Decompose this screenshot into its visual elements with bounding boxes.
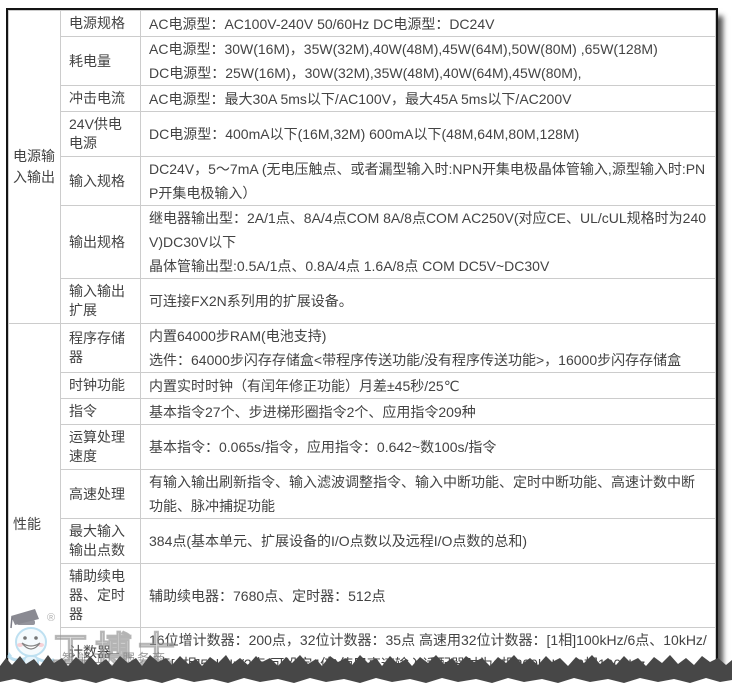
spec-value-line: AC电源型：AC100V-240V 50/60Hz DC电源型：DC24V (149, 12, 707, 36)
spec-row: 输出规格继电器输出型：2A/1点、8A/4点COM 8A/8点COM AC250… (9, 206, 716, 279)
spec-value: 继电器输出型：2A/1点、8A/4点COM 8A/8点COM AC250V(对应… (141, 206, 716, 279)
spec-value-line: 基本指令27个、步进梯形圈指令2个、应用指令209种 (149, 400, 707, 424)
spec-label: 时钟功能 (61, 373, 141, 399)
group-header-1: 性能 (9, 324, 61, 669)
spec-row: 耗电量 AC电源型：30W(16M)，35W(32M),40W(48M),45W(… (9, 37, 716, 86)
spec-value: 内置64000步RAM(电池支持)选件：64000步闪存存储盒<带程序传送功能/… (141, 324, 716, 373)
spec-value-line: DC电源型：25W(16M)，30W(32M),35W(48M),40W(64M… (149, 61, 707, 85)
spec-value: 384点(基本单元、扩展设备的I/O点数以及远程I/O点数的总和) (141, 519, 716, 564)
spec-value-line: 继电器输出型：2A/1点、8A/4点COM 8A/8点COM AC250V(对应… (149, 206, 707, 254)
spec-label: 冲击电流 (61, 86, 141, 112)
spec-row: 24V供电电源 DC电源型：400mA以下(16M,32M) 600mA以下(48… (9, 112, 716, 157)
spec-value-line: AC电源型：30W(16M)，35W(32M),40W(48M),45W(64M… (149, 37, 707, 61)
spec-row: 输入输出扩展可连接FX2N系列用的扩展设备。 (9, 279, 716, 324)
spec-sheet: 电源输入输出电源规格 AC电源型：AC100V-240V 50/60Hz DC电源… (6, 8, 718, 668)
spec-table: 电源输入输出电源规格 AC电源型：AC100V-240V 50/60Hz DC电源… (8, 10, 716, 668)
spec-value-line: 内置64000步RAM(电池支持) (149, 324, 707, 348)
spec-row: 最大输入输出点数 384点(基本单元、扩展设备的I/O点数以及远程I/O点数的总和… (9, 519, 716, 564)
spec-value: 基本指令27个、步进梯形圈指令2个、应用指令209种 (141, 399, 716, 425)
spec-value: 内置实时时钟（有闰年修正功能）月差±45秒/25℃ (141, 373, 716, 399)
group-header-0: 电源输入输出 (9, 11, 61, 324)
spec-row: 辅助续电器、定时器辅助续电器：7680点、定时器：512点 (9, 564, 716, 628)
spec-label: 指令 (61, 399, 141, 425)
spec-value: 基本指令：0.065s/指令，应用指令：0.642~数100s/指令 (141, 425, 716, 470)
spec-label: 输出规格 (61, 206, 141, 279)
spec-value-line: 选件：64000步闪存存储盒<带程序传送功能/没有程序传送功能>，16000步闪… (149, 348, 707, 372)
spec-label: 电源规格 (61, 11, 141, 37)
spec-value-line: DC24V，5～7mA (无电压触点、或者漏型输入时:NPN开集电极晶体管输入,… (149, 157, 707, 205)
spec-label: 24V供电电源 (61, 112, 141, 157)
spec-value: 辅助续电器：7680点、定时器：512点 (141, 564, 716, 628)
spec-value: DC电源型：400mA以下(16M,32M) 600mA以下(48M,64M,8… (141, 112, 716, 157)
spec-value-line: 有输入输出刷新指令、输入滤波调整指令、输入中断功能、定时中断功能、高速计数中断功… (149, 470, 707, 518)
spec-value-line: 384点(基本单元、扩展设备的I/O点数以及远程I/O点数的总和) (149, 529, 707, 553)
spec-row: 电源输入输出电源规格AC电源型：AC100V-240V 50/60Hz DC电源… (9, 11, 716, 37)
spec-value-line: 内置实时时钟（有闰年修正功能）月差±45秒/25℃ (149, 374, 707, 398)
spec-label: 辅助续电器、定时器 (61, 564, 141, 628)
spec-value-line: 可连接FX2N系列用的扩展设备。 (149, 289, 707, 313)
spec-value-line: 晶体管输出型:0.5A/1点、0.8A/4点 1.6A/8点 COM DC5V~… (149, 254, 707, 278)
spec-value-line: AC电源型：最大30A 5ms以下/AC100V，最大45A 5ms以下/AC2… (149, 87, 707, 111)
spec-value: DC24V，5～7mA (无电压触点、或者漏型输入时:NPN开集电极晶体管输入,… (141, 157, 716, 206)
spec-label: 高速处理 (61, 470, 141, 519)
spec-row: 性能程序存储器内置64000步RAM(电池支持)选件：64000步闪存存储盒<带… (9, 324, 716, 373)
spec-label: 输入规格 (61, 157, 141, 206)
spec-label: 程序存储器 (61, 324, 141, 373)
spec-row: 冲击电流 AC电源型：最大30A 5ms以下/AC100V，最大45A 5ms以下… (9, 86, 716, 112)
spec-value: 可连接FX2N系列用的扩展设备。 (141, 279, 716, 324)
spec-value: AC电源型：AC100V-240V 50/60Hz DC电源型：DC24V (141, 11, 716, 37)
spec-label: 输入输出扩展 (61, 279, 141, 324)
spec-value-line: 辅助续电器：7680点、定时器：512点 (149, 584, 707, 608)
spec-label: 运算处理速度 (61, 425, 141, 470)
spec-label: 耗电量 (61, 37, 141, 86)
torn-edge (0, 650, 732, 694)
spec-row: 高速处理有输入输出刷新指令、输入滤波调整指令、输入中断功能、定时中断功能、高速计… (9, 470, 716, 519)
spec-label: 最大输入输出点数 (61, 519, 141, 564)
spec-row: 输入规格DC24V，5～7mA (无电压触点、或者漏型输入时:NPN开集电极晶体… (9, 157, 716, 206)
spec-row: 时钟功能内置实时时钟（有闰年修正功能）月差±45秒/25℃ (9, 373, 716, 399)
spec-row: 指令基本指令27个、步进梯形圈指令2个、应用指令209种 (9, 399, 716, 425)
spec-value: AC电源型：30W(16M)，35W(32M),40W(48M),45W(64M… (141, 37, 716, 86)
spec-row: 运算处理速度基本指令：0.065s/指令，应用指令：0.642~数100s/指令 (9, 425, 716, 470)
page: 电源输入输出电源规格 AC电源型：AC100V-240V 50/60Hz DC电源… (0, 0, 732, 694)
spec-value-line: 基本指令：0.065s/指令，应用指令：0.642~数100s/指令 (149, 435, 707, 459)
spec-value: 有输入输出刷新指令、输入滤波调整指令、输入中断功能、定时中断功能、高速计数中断功… (141, 470, 716, 519)
spec-value: AC电源型：最大30A 5ms以下/AC100V，最大45A 5ms以下/AC2… (141, 86, 716, 112)
spec-value-line: DC电源型：400mA以下(16M,32M) 600mA以下(48M,64M,8… (149, 122, 707, 146)
